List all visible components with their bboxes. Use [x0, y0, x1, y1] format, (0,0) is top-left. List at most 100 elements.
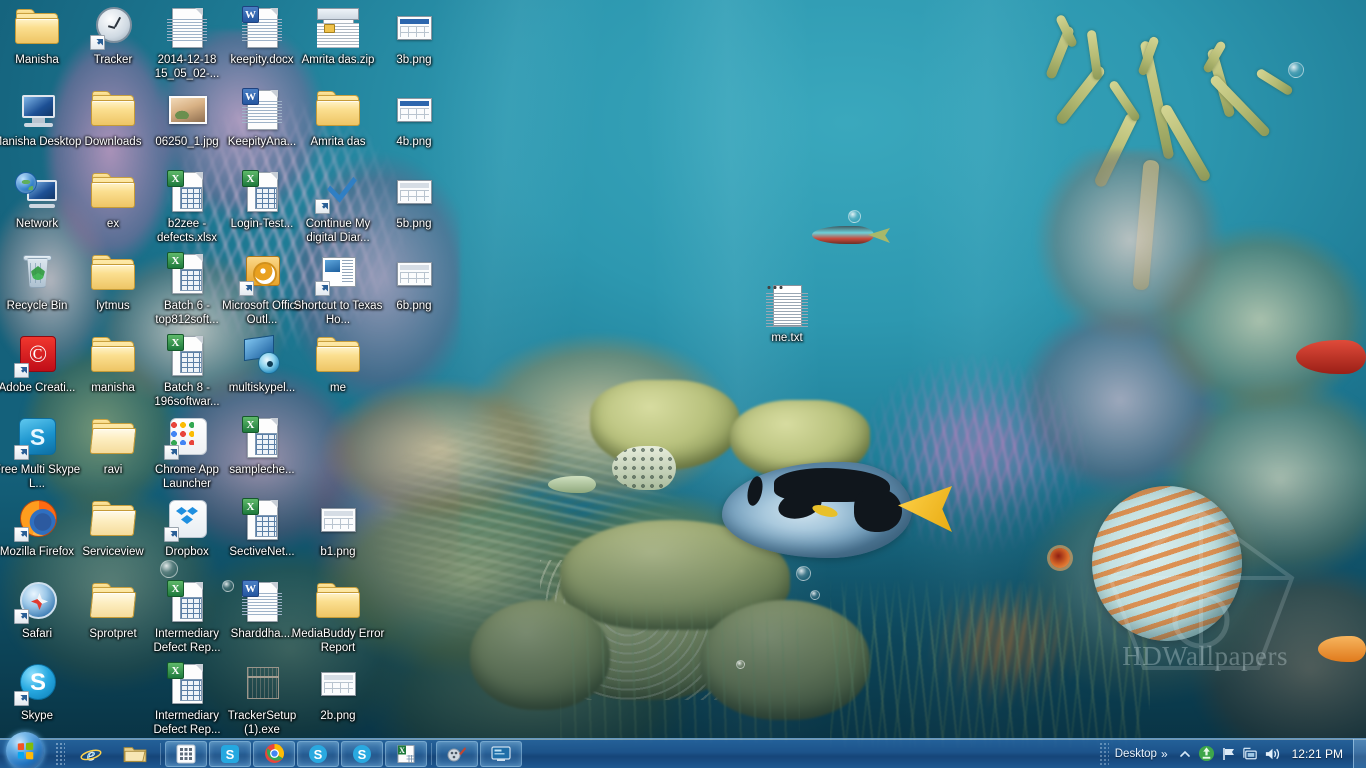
- shortcut-overlay-icon: [14, 691, 29, 706]
- zip-icon: [314, 4, 362, 52]
- desktop-icon-label: 6b.png: [366, 300, 462, 314]
- excel-icon: X: [238, 414, 286, 462]
- desktop-icon-label: b1.png: [290, 546, 386, 560]
- skype-icon: S: [352, 744, 372, 764]
- shortcut-overlay-icon: [14, 609, 29, 624]
- exe-icon: [238, 660, 286, 708]
- desktop-icon-4b-png[interactable]: 4b.png: [365, 86, 463, 150]
- shortcut-overlay-icon: [315, 281, 330, 296]
- folder-icon: [13, 4, 61, 52]
- skype-round-shortcut-icon: [13, 660, 61, 708]
- safari-shortcut-icon: [13, 578, 61, 626]
- check-shortcut-icon: [314, 168, 362, 216]
- desktop-icon-6b-png[interactable]: 6b.png: [365, 250, 463, 314]
- shortcut-overlay-icon: [164, 445, 179, 460]
- desktop-icon-skype[interactable]: Skype: [0, 660, 86, 724]
- tray-icon-dropbox-sync[interactable]: [1196, 743, 1218, 765]
- desktop-icon-sampleche[interactable]: Xsampleche...: [213, 414, 311, 478]
- action-center-flag-icon: [1221, 746, 1237, 762]
- png-icon: [390, 250, 438, 298]
- chrome-icon: [264, 743, 285, 764]
- tray-toolbar-label[interactable]: Desktop: [1115, 748, 1157, 760]
- computer-icon: [13, 86, 61, 134]
- taskbar-item-skype-3[interactable]: S: [341, 741, 383, 767]
- desktop-icon-label: me: [290, 382, 386, 396]
- start-button[interactable]: [0, 731, 52, 768]
- desktop-icon-me[interactable]: me: [289, 332, 387, 396]
- desktop-icon-label: me.txt: [739, 332, 835, 346]
- skype-square-shortcut-icon: [13, 414, 61, 462]
- desktop-icon-b1-png[interactable]: b1.png: [289, 496, 387, 560]
- system-tray[interactable]: Desktop »: [1100, 739, 1366, 768]
- taskbar-item-skype-1[interactable]: S: [209, 741, 251, 767]
- tray-toolbar-grip-handle[interactable]: [1100, 743, 1109, 765]
- grid-icon: [176, 744, 196, 764]
- svg-text:S: S: [226, 747, 235, 762]
- quicklaunch-grip-handle[interactable]: [56, 743, 65, 765]
- excel-icon: X: [163, 660, 211, 708]
- desktop-icon-label: Skype: [0, 710, 85, 724]
- png-icon: [314, 496, 362, 544]
- word-doc-icon: W: [238, 86, 286, 134]
- ie-icon: e: [80, 743, 102, 765]
- show-hidden-icons-button[interactable]: [1174, 743, 1196, 765]
- folder-icon: [314, 86, 362, 134]
- desktop-icon-2b-png[interactable]: 2b.png: [289, 660, 387, 724]
- excel-icon: X: [163, 578, 211, 626]
- taskbar-item-microsoft-excel[interactable]: X: [385, 741, 427, 767]
- folder-open-icon: [89, 414, 137, 462]
- desktop-icon-label: 5b.png: [366, 218, 462, 232]
- folder-icon: [314, 578, 362, 626]
- taskbar-item-windows-explorer[interactable]: [114, 741, 156, 767]
- tray-icon-network[interactable]: [1240, 743, 1262, 765]
- desktop-icon-label: 3b.png: [366, 54, 462, 68]
- desktop-icon-mediabuddy-error-report[interactable]: MediaBuddy Error Report: [289, 578, 387, 655]
- taskbar-item-remote-desktop[interactable]: [480, 741, 522, 767]
- excel-icon: X: [163, 168, 211, 216]
- png-blue-icon: [390, 4, 438, 52]
- svg-text:X: X: [399, 746, 405, 755]
- network-icon: [13, 168, 61, 216]
- word-doc-icon: W: [238, 578, 286, 626]
- desktop-icon-grid[interactable]: ManishaTracker2014-12-18 15_05_02-...Wke…: [0, 0, 1366, 768]
- tray-icon-volume[interactable]: [1262, 743, 1284, 765]
- show-desktop-button[interactable]: [1353, 739, 1366, 768]
- taskbar-item-internet-explorer[interactable]: e: [70, 741, 112, 767]
- png-icon: [314, 660, 362, 708]
- svg-text:e: e: [87, 744, 95, 764]
- png-icon: [390, 168, 438, 216]
- recycle-bin-icon: [13, 250, 61, 298]
- excel-icon: X: [238, 168, 286, 216]
- taskbar-clock[interactable]: 12:21 PM: [1284, 747, 1351, 761]
- media-icon: [238, 332, 286, 380]
- clock-shortcut-icon: [89, 4, 137, 52]
- desktop-icon-5b-png[interactable]: 5b.png: [365, 168, 463, 232]
- folder-icon: [89, 250, 137, 298]
- remote-icon: [490, 744, 512, 764]
- desktop[interactable]: HDWallpapers ManishaTracker2014-12-18 15…: [0, 0, 1366, 768]
- media-icon: [446, 744, 468, 764]
- shortcut-overlay-icon: [14, 445, 29, 460]
- svg-text:S: S: [314, 747, 323, 762]
- word-doc-icon: W: [238, 4, 286, 52]
- chevron-up-icon: [1179, 748, 1191, 760]
- adobe-shortcut-icon: [13, 332, 61, 380]
- dropbox-icon: [163, 496, 211, 544]
- tray-toolbar-chevron-icon[interactable]: »: [1161, 747, 1168, 761]
- network-icon: [1242, 746, 1259, 762]
- taskbar[interactable]: e S: [0, 738, 1366, 768]
- excel-icon: X: [163, 250, 211, 298]
- taskbar-item-google-chrome[interactable]: [253, 741, 295, 767]
- desktop-icon-3b-png[interactable]: 3b.png: [365, 4, 463, 68]
- excel-icon: X: [238, 496, 286, 544]
- tray-icon-action-center[interactable]: [1218, 743, 1240, 765]
- taskbar-item-skype-2[interactable]: S: [297, 741, 339, 767]
- svg-text:S: S: [358, 747, 367, 762]
- desktop-icon-me-txt[interactable]: me.txt: [738, 282, 836, 346]
- dropbox-sync-icon: [1198, 745, 1215, 762]
- windows-orb-icon: [6, 732, 44, 768]
- shortcut-overlay-icon: [14, 527, 29, 542]
- txt-icon: [763, 282, 811, 330]
- taskbar-item-media-player[interactable]: [436, 741, 478, 767]
- taskbar-item-calculator[interactable]: [165, 741, 207, 767]
